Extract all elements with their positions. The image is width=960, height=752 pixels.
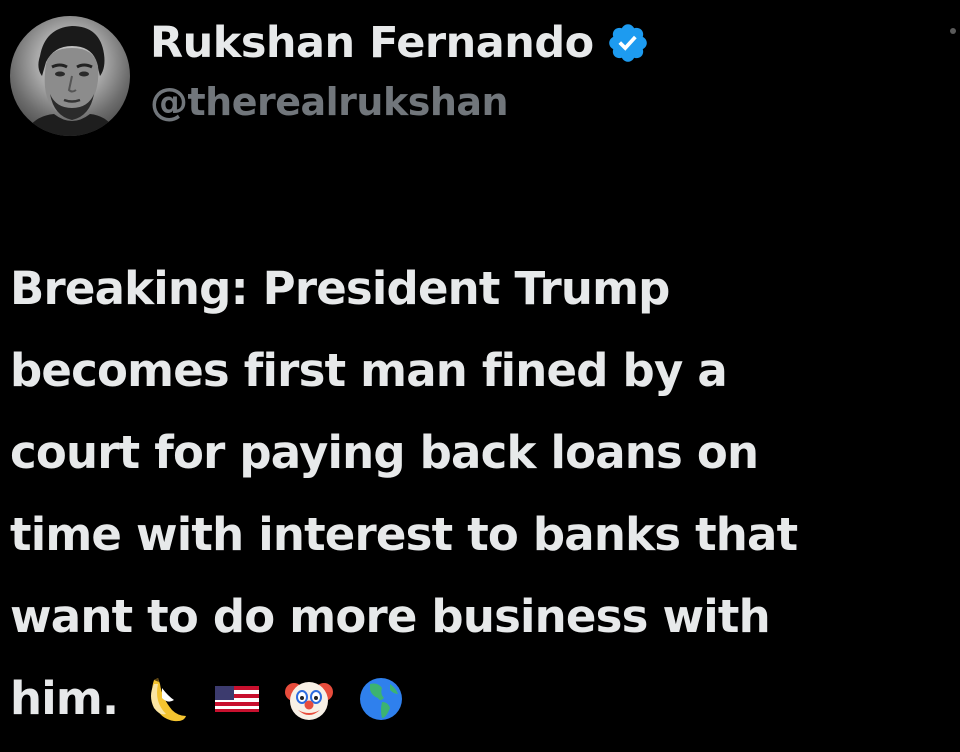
display-name[interactable]: Rukshan Fernando [150,18,594,68]
tweet-line: want to do more business with [10,590,771,643]
more-dot-icon [950,28,956,34]
handle[interactable]: @therealrukshan [150,80,650,124]
banana-emoji-icon [140,674,190,724]
tweet-line: Breaking: President Trump [10,262,670,315]
us-flag-emoji-icon [212,674,262,724]
tweet-line: becomes first man fined by a [10,344,728,397]
tweet-line: time with interest to banks that [10,508,798,561]
name-row: Rukshan Fernando [150,14,650,72]
avatar[interactable] [10,16,130,136]
author-identity: Rukshan Fernando @therealrukshan [150,14,650,124]
tweet-text: Breaking: President Trump becomes first … [10,248,950,740]
tweet-line: him. [10,672,119,725]
clown-face-emoji-icon [284,674,334,724]
tweet-card: Rukshan Fernando @therealrukshan Breakin… [0,0,960,752]
tweet-last-line: him. [10,658,950,740]
tweet-line: court for paying back loans on [10,426,759,479]
verified-badge-icon[interactable] [606,21,650,65]
avatar-photo [24,26,118,136]
globe-americas-emoji-icon [356,674,406,724]
